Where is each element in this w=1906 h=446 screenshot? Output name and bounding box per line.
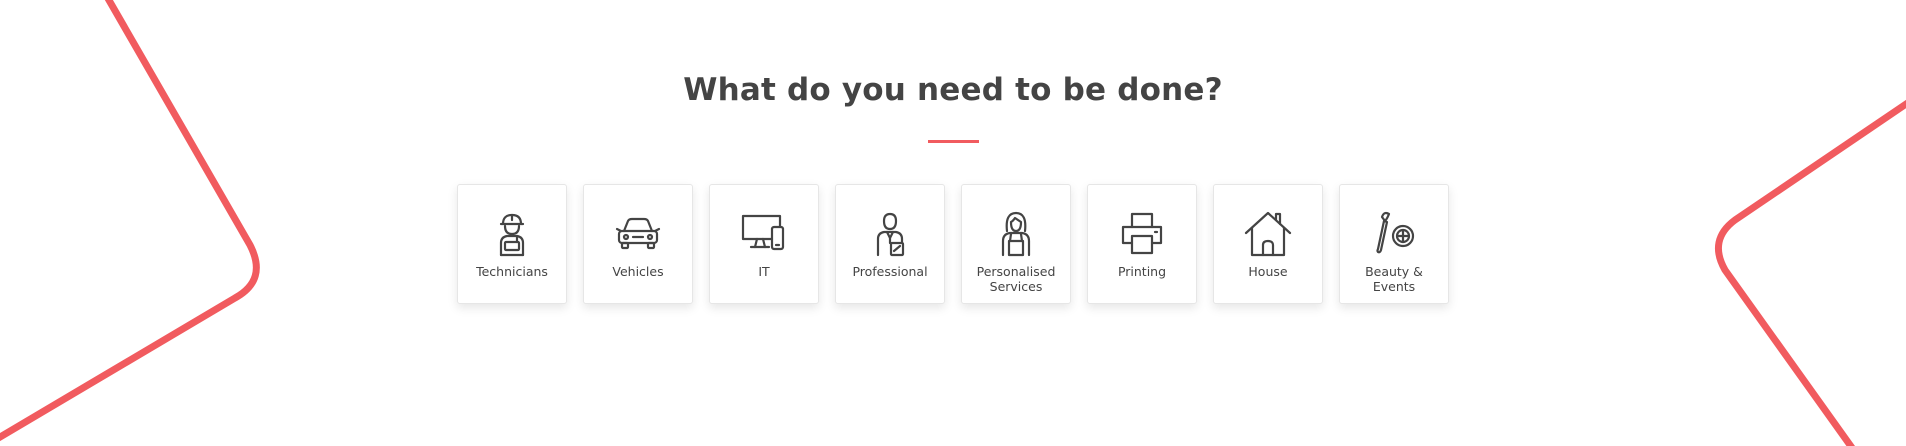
- left-decorative-stripe: [0, 0, 260, 442]
- house-icon: [1243, 209, 1293, 259]
- category-card-technicians[interactable]: Technicians: [457, 184, 567, 304]
- woman-apron-icon: [991, 209, 1041, 259]
- heading-underline: [928, 140, 979, 143]
- category-label: Professional: [852, 264, 928, 279]
- right-decorative-stripe: [1714, 99, 1906, 446]
- category-label: IT: [758, 264, 770, 279]
- category-card-vehicles[interactable]: Vehicles: [583, 184, 693, 304]
- professional-person-icon: [865, 209, 915, 259]
- category-card-house[interactable]: House: [1213, 184, 1323, 304]
- category-cards: Technicians Vehicles IT Professional Per…: [457, 184, 1449, 304]
- technician-icon: [487, 209, 537, 259]
- makeup-brush-icon: [1369, 209, 1419, 259]
- section-heading: What do you need to be done?: [683, 72, 1223, 108]
- category-label: House: [1248, 264, 1288, 279]
- category-label: Beauty & Events: [1365, 264, 1423, 294]
- computer-devices-icon: [739, 209, 789, 259]
- category-label: Technicians: [476, 264, 548, 279]
- category-card-personalised-services[interactable]: Personalised Services: [961, 184, 1071, 304]
- printer-icon: [1117, 209, 1167, 259]
- category-card-printing[interactable]: Printing: [1087, 184, 1197, 304]
- car-icon: [613, 209, 663, 259]
- category-card-it[interactable]: IT: [709, 184, 819, 304]
- category-label: Printing: [1117, 264, 1167, 279]
- category-label: Vehicles: [612, 264, 664, 279]
- category-card-beauty-events[interactable]: Beauty & Events: [1339, 184, 1449, 304]
- category-label: Personalised Services: [976, 264, 1056, 294]
- category-card-professional[interactable]: Professional: [835, 184, 945, 304]
